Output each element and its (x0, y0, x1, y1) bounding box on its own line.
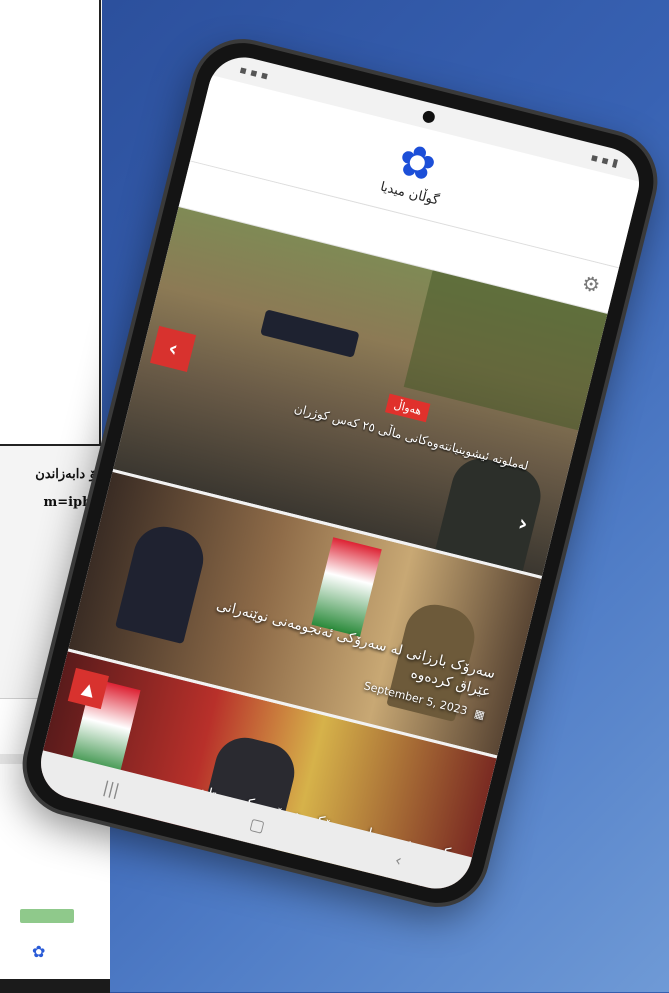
back-icon[interactable]: ‹ (393, 850, 404, 870)
slide-image-truck (260, 309, 360, 358)
preview-logo-icon: ✿ (32, 942, 46, 961)
preview-button (20, 909, 74, 923)
preview-footer (0, 979, 110, 993)
home-icon[interactable]: ▢ (248, 813, 267, 835)
phone-mockup: ▪ ▪ ▪ ▪ ▪ ▮ ✿ گوڵان میدیا ⚙ ‹ › هەواڵ لە… (16, 32, 664, 914)
status-right-icons: ▪ ▪ ▮ (589, 150, 620, 170)
download-caption: بۆ دابەزاندن (35, 467, 100, 482)
phone-screen: ▪ ▪ ▪ ▪ ▪ ▮ ✿ گوڵان میدیا ⚙ ‹ › هەواڵ لە… (33, 49, 647, 897)
chevron-left-icon[interactable]: ‹ (150, 325, 197, 372)
flower-logo-icon[interactable]: ✿ (393, 133, 441, 191)
gear-icon[interactable]: ⚙ (580, 270, 603, 298)
recents-icon[interactable]: ||| (101, 777, 121, 799)
document-background: بۆ دابەزاندن m=iphone ✿ (0, 0, 118, 993)
calendar-icon: ▦ (472, 706, 487, 722)
status-left-icons: ▪ ▪ ▪ (238, 62, 270, 83)
category-badge[interactable]: هەواڵ (385, 393, 431, 423)
document-frame (0, 0, 101, 446)
card-image-person (115, 520, 210, 645)
